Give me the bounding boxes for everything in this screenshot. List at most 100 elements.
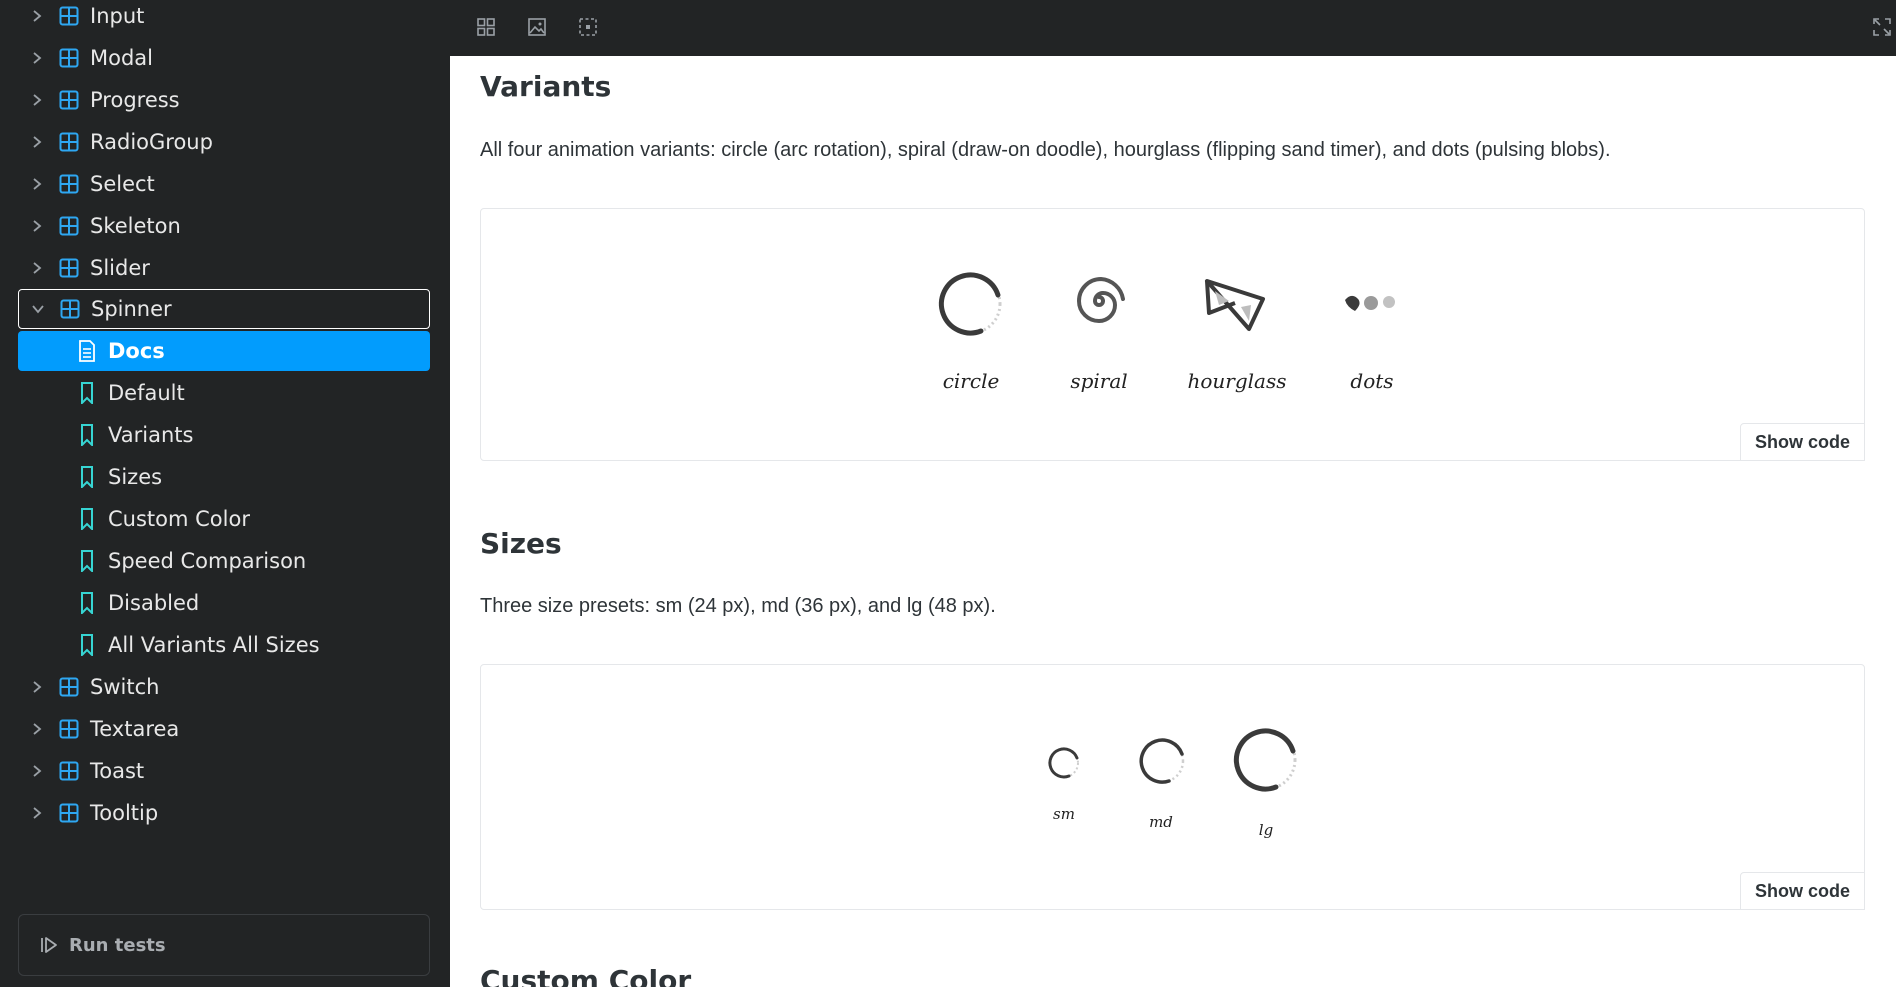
play-icon [39,934,61,956]
spinner-label-circle: circle [942,369,1000,393]
sidebar-item-default[interactable]: Default [18,373,430,413]
component-icon [58,215,80,237]
component-icon [58,47,80,69]
sidebar-item-all-variants-all-sizes[interactable]: All Variants All Sizes [18,625,430,665]
bookmark-icon [76,634,98,656]
component-icon [58,131,80,153]
component-icon [58,173,80,195]
component-icon [58,257,80,279]
sizes-description: Three size presets: sm (24 px), md (36 p… [480,595,996,617]
sidebar-item-modal[interactable]: Modal [18,38,430,78]
document-icon [76,340,98,362]
sidebar-item-label: All Variants All Sizes [108,633,320,657]
sidebar-item-label: Textarea [90,717,180,741]
component-icon [58,89,80,111]
fullscreen-icon[interactable] [1870,15,1894,39]
chevron-right-icon [26,177,48,191]
size-label-sm: sm [1053,805,1075,823]
size-label-lg: lg [1258,821,1274,839]
sidebar-item-label: Default [108,381,185,405]
spinner-label-dots: dots [1350,369,1394,393]
component-icon [58,718,80,740]
sidebar-item-radiogroup[interactable]: RadioGroup [18,122,430,162]
docs-main: Variants All four animation variants: ci… [450,56,1896,987]
sidebar-item-variants[interactable]: Variants [18,415,430,455]
component-icon [59,298,81,320]
grid-icon[interactable] [474,15,498,39]
chevron-right-icon [26,9,48,23]
sidebar-item-label: Input [90,4,145,28]
bookmark-icon [76,550,98,572]
chevron-right-icon [26,93,48,107]
spiral-spinner [1076,276,1125,324]
chevron-right-icon [26,135,48,149]
chevron-right-icon [26,51,48,65]
bookmark-icon [76,382,98,404]
circle-spinner-lg [1233,728,1297,792]
chevron-right-icon [26,722,48,736]
spinner-label-spiral: spiral [1070,369,1128,393]
circle-spinner [938,272,1002,336]
component-icon [58,676,80,698]
variants-preview-canvas: circle spiral hourglass dots Show code [480,208,1865,461]
sidebar-item-label: Sizes [108,465,163,489]
chevron-down-icon [27,304,49,314]
image-icon[interactable] [525,15,549,39]
bookmark-icon [76,466,98,488]
sidebar-item-label: Progress [90,88,180,112]
sidebar-item-speed-comparison[interactable]: Speed Comparison [18,541,430,581]
sidebar-item-disabled[interactable]: Disabled [18,583,430,623]
outline-icon[interactable] [576,15,600,39]
sidebar-item-label: RadioGroup [90,130,213,154]
sidebar-item-select[interactable]: Select [18,164,430,204]
sidebar-item-label: Tooltip [90,801,159,825]
sidebar-item-textarea[interactable]: Textarea [18,709,430,749]
sidebar: Input Modal Progress RadioGroup Select S… [0,0,450,987]
sidebar-item-toast[interactable]: Toast [18,751,430,791]
chevron-right-icon [26,764,48,778]
chevron-right-icon [26,680,48,694]
sidebar-item-label: Variants [108,423,194,447]
sidebar-item-label: Switch [90,675,160,699]
toolbar [450,0,1896,56]
show-code-button[interactable]: Show code [1740,872,1865,910]
sidebar-item-progress[interactable]: Progress [18,80,430,120]
sidebar-item-spinner[interactable]: Spinner [18,289,430,329]
show-code-button[interactable]: Show code [1740,423,1865,461]
sidebar-item-custom-color[interactable]: Custom Color [18,499,430,539]
sidebar-item-label: Slider [90,256,150,280]
sizes-preview-canvas: sm md lg Show code [480,664,1865,910]
sidebar-item-label: Spinner [91,297,172,321]
section-heading-custom-color: Custom Color [480,964,692,987]
sidebar-item-docs[interactable]: Docs [18,331,430,371]
sidebar-item-input[interactable]: Input [18,0,430,36]
sidebar-item-label: Disabled [108,591,200,615]
sidebar-item-sizes[interactable]: Sizes [18,457,430,497]
section-heading-variants: Variants [480,70,612,103]
sidebar-item-label: Docs [108,339,165,363]
sidebar-item-label: Custom Color [108,507,250,531]
sidebar-item-label: Skeleton [90,214,181,238]
sidebar-item-label: Select [90,172,155,196]
size-label-md: md [1149,813,1173,831]
spinner-label-hourglass: hourglass [1187,369,1287,393]
section-heading-sizes: Sizes [480,527,562,560]
sidebar-item-tooltip[interactable]: Tooltip [18,793,430,833]
sidebar-item-switch[interactable]: Switch [18,667,430,707]
bookmark-icon [76,424,98,446]
sidebar-item-label: Modal [90,46,153,70]
component-icon [58,5,80,27]
chevron-right-icon [26,261,48,275]
bookmark-icon [76,508,98,530]
chevron-right-icon [26,219,48,233]
run-tests-label: Run tests [69,934,166,956]
run-tests-button[interactable]: Run tests [18,914,430,976]
variants-description: All four animation variants: circle (arc… [480,139,1611,161]
chevron-right-icon [26,806,48,820]
sidebar-item-label: Toast [90,759,145,783]
sidebar-item-slider[interactable]: Slider [18,248,430,288]
hourglass-spinner [1205,279,1265,331]
circle-spinner-md [1139,738,1185,784]
circle-spinner-sm [1048,747,1079,779]
sidebar-item-skeleton[interactable]: Skeleton [18,206,430,246]
